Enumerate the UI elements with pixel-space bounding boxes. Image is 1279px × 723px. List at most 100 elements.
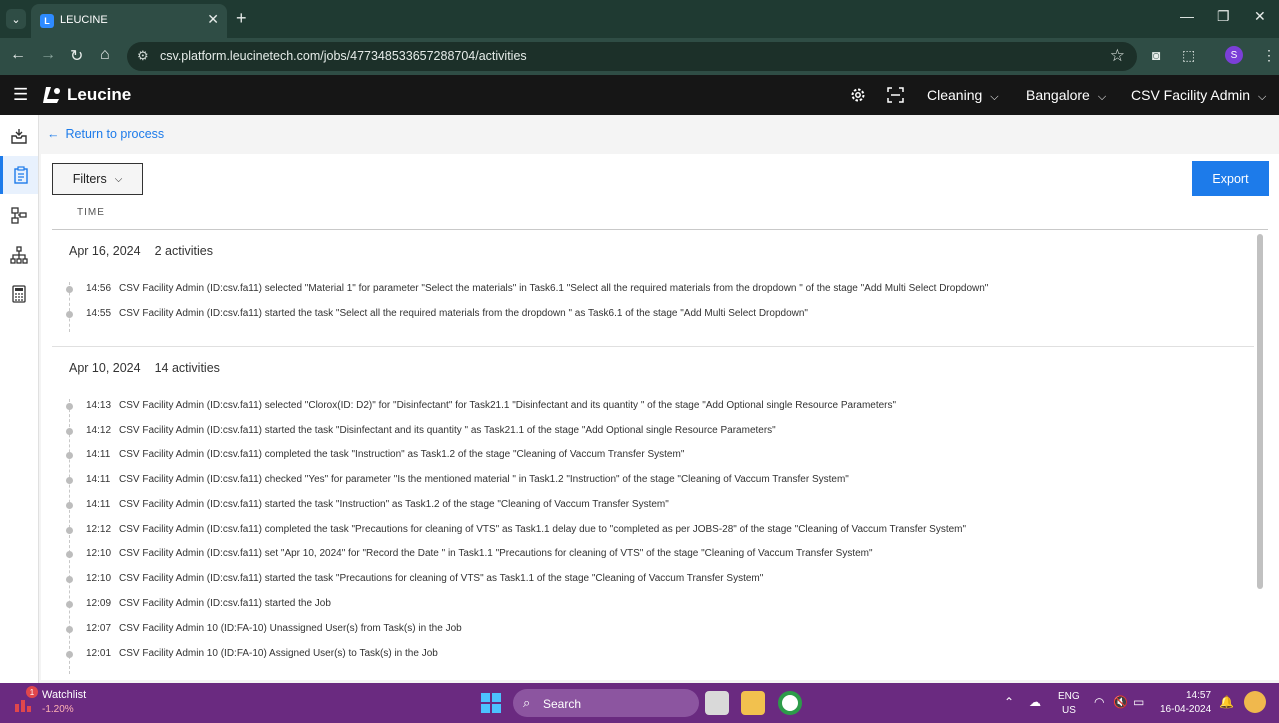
language-indicator[interactable]: ENG [1058, 691, 1080, 702]
close-tab-icon[interactable]: ✕ [207, 11, 219, 28]
watchlist-change: -1.20% [42, 704, 74, 715]
day-activity-count: 14 activities [154, 361, 220, 375]
settings-gear-icon[interactable] [850, 87, 866, 103]
process-flow-icon [11, 207, 27, 224]
rail-inbox[interactable] [0, 117, 38, 155]
new-tab-icon[interactable]: + [236, 8, 247, 29]
activity-time: 14:11 [86, 499, 111, 510]
forward-arrow-icon[interactable]: → [40, 46, 56, 64]
taskbar-search-label: Search [543, 697, 582, 711]
activity-text: CSV Facility Admin (ID:csv.fa11) started… [119, 573, 764, 584]
day-header: Apr 10, 2024 14 activities [69, 361, 220, 375]
timeline-dot [66, 286, 73, 293]
day-group: Apr 10, 2024 14 activities 14:13 CSV Faci… [52, 351, 1254, 676]
scrollbar-thumb[interactable] [1257, 234, 1263, 589]
inbox-icon [11, 129, 27, 144]
calculator-icon [12, 285, 26, 303]
chevron-down-icon: ⌵ [114, 173, 123, 185]
location-select[interactable]: Bangalore ⌵ [1026, 87, 1106, 104]
activity-text: CSV Facility Admin (ID:csv.fa11) complet… [119, 524, 967, 535]
extensions-icon[interactable]: ⬚ [1182, 47, 1195, 64]
user-role-select[interactable]: CSV Facility Admin ⌵ [1131, 87, 1266, 104]
day-activity-count: 2 activities [154, 244, 213, 258]
timeline-dot [66, 576, 73, 583]
timeline-dot [66, 527, 73, 534]
day-date: Apr 10, 2024 [69, 361, 141, 375]
address-bar[interactable]: ⚙ csv.platform.leucinetech.com/jobs/4773… [127, 42, 1137, 71]
timeline-dot [66, 452, 73, 459]
profile-avatar[interactable]: S [1225, 46, 1243, 64]
return-to-process-link[interactable]: ← Return to process [47, 127, 164, 141]
facility-select[interactable]: Cleaning ⌵ [927, 87, 999, 104]
activity-time: 14:55 [86, 308, 112, 319]
chevron-up-icon[interactable]: ⌃ [1004, 695, 1014, 709]
notification-badge: 1 [26, 686, 38, 698]
activity-text: CSV Facility Admin (ID:csv.fa11) complet… [119, 449, 685, 460]
day-group: Apr 16, 2024 2 activities 14:56 CSV Facil… [52, 234, 1254, 347]
day-date: Apr 16, 2024 [69, 244, 141, 258]
rail-jobs[interactable] [0, 156, 38, 194]
tab-title: LEUCINE [60, 14, 108, 26]
location-select-label: Bangalore [1026, 87, 1090, 103]
browser-menu-icon[interactable]: ⋮ [1262, 47, 1276, 64]
windows-taskbar: 1 Watchlist -1.20% ⌕ Search ⌃ ☁ ENG US ◠… [0, 683, 1279, 723]
header-divider [52, 229, 1268, 230]
activity-text: CSV Facility Admin 10 (ID:FA-10) Assigne… [119, 648, 438, 659]
browser-tab[interactable]: L LEUCINE ✕ [31, 4, 227, 38]
reload-icon[interactable]: ↻ [70, 46, 83, 66]
hierarchy-icon [10, 246, 28, 264]
timeline-dot [66, 601, 73, 608]
filters-button[interactable]: Filters ⌵ [52, 163, 143, 195]
windows-start-icon[interactable] [481, 693, 501, 713]
restore-icon[interactable]: ❐ [1217, 8, 1230, 25]
notification-bell-icon[interactable]: 🔔 [1219, 695, 1234, 709]
timeline-dot [66, 428, 73, 435]
activity-text: CSV Facility Admin (ID:csv.fa11) started… [119, 499, 669, 510]
back-arrow-icon[interactable]: ← [10, 46, 26, 64]
timeline-dot [66, 626, 73, 633]
time-column-header: TIME [77, 207, 105, 218]
search-icon: ⌕ [523, 695, 531, 710]
url-text[interactable]: csv.platform.leucinetech.com/jobs/477348… [160, 49, 527, 63]
timeline-dot [66, 502, 73, 509]
return-to-process-label: Return to process [65, 127, 165, 141]
battery-icon[interactable]: ▭ [1133, 695, 1144, 709]
site-info-icon[interactable]: ⚙ [137, 48, 149, 64]
timeline-dot [66, 477, 73, 484]
activity-scrollbar[interactable] [1255, 234, 1265, 674]
wifi-icon[interactable]: ◠ [1094, 695, 1104, 709]
chevron-down-icon: ⌵ [1097, 91, 1107, 103]
scan-icon[interactable] [887, 87, 904, 103]
bookmark-star-icon[interactable]: ☆ [1110, 46, 1125, 66]
cloud-icon[interactable]: ☁ [1029, 695, 1041, 709]
leucine-favicon-icon: L [40, 14, 54, 28]
facility-select-label: Cleaning [927, 87, 983, 103]
rail-processes[interactable] [0, 196, 38, 234]
clock-time[interactable]: 14:57 [1186, 690, 1211, 701]
chevron-down-icon: ⌵ [990, 91, 999, 103]
browser-tab-bar: ⌄ L LEUCINE ✕ + — ❐ ✕ [0, 0, 1279, 38]
close-window-icon[interactable]: ✕ [1254, 8, 1266, 25]
speaker-muted-icon[interactable]: 🔇 [1113, 695, 1128, 709]
watchlist-title[interactable]: Watchlist [42, 689, 86, 701]
browser-toolbar: ← → ↻ ⌂ ⚙ csv.platform.leucinetech.com/j… [0, 38, 1279, 75]
left-nav-rail [0, 115, 39, 683]
chrome-icon[interactable] [778, 691, 802, 715]
file-explorer-icon[interactable] [741, 691, 765, 715]
region-indicator[interactable]: US [1062, 705, 1076, 716]
export-button[interactable]: Export [1192, 161, 1269, 196]
clock-date[interactable]: 16-04-2024 [1160, 704, 1211, 715]
copilot-icon[interactable] [1244, 691, 1266, 713]
brand-name: Leucine [67, 85, 132, 104]
taskbar-search[interactable]: ⌕ Search [513, 689, 699, 717]
rail-reports[interactable] [0, 275, 38, 313]
activity-time: 14:12 [86, 425, 112, 436]
hamburger-menu-icon[interactable]: ☰ [13, 85, 28, 105]
timeline-dot [66, 651, 73, 658]
tab-search-button[interactable]: ⌄ [6, 9, 26, 29]
rail-ontology[interactable] [0, 236, 38, 274]
home-icon[interactable]: ⌂ [100, 46, 110, 64]
task-view-icon[interactable] [705, 691, 729, 715]
minimize-icon[interactable]: — [1180, 8, 1194, 24]
camera-icon[interactable]: ◙ [1152, 47, 1160, 63]
